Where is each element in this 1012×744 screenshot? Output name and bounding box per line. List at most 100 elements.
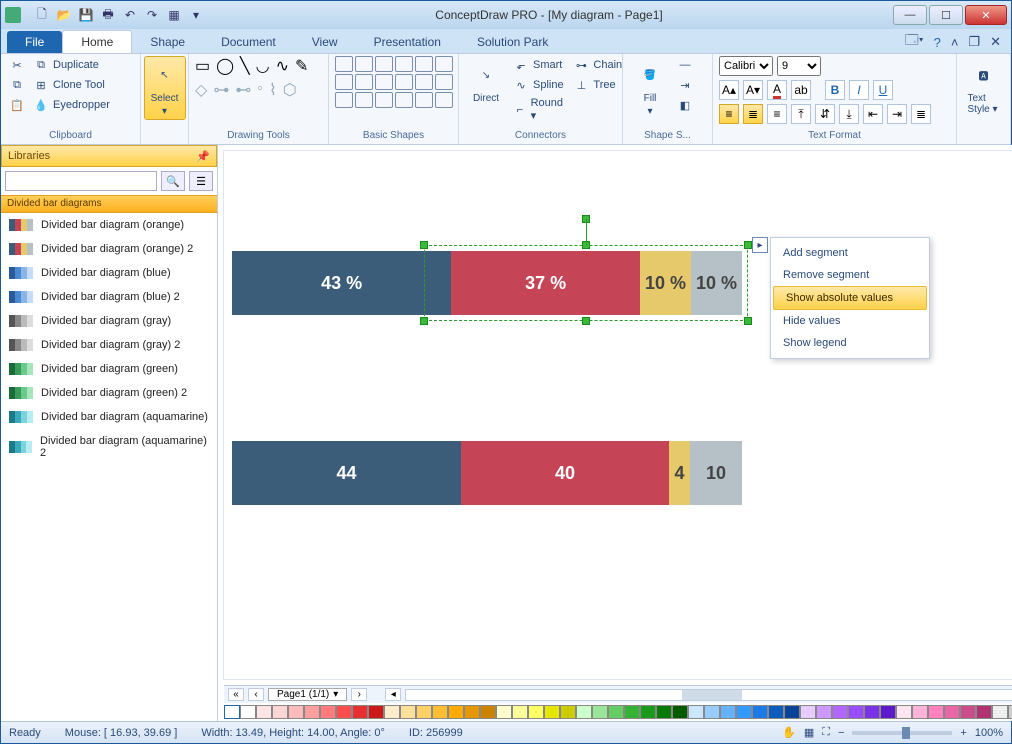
color-swatch[interactable]: [496, 705, 512, 719]
color-swatch[interactable]: [320, 705, 336, 719]
collapse-ribbon-icon[interactable]: ˄: [951, 35, 959, 50]
color-swatch[interactable]: [832, 705, 848, 719]
break-icon[interactable]: ⊷: [235, 80, 251, 100]
bar-segment[interactable]: 44: [232, 441, 461, 505]
library-item[interactable]: Divided bar diagram (orange): [1, 213, 217, 237]
color-swatch[interactable]: [464, 705, 480, 719]
library-item[interactable]: Divided bar diagram (gray): [1, 309, 217, 333]
hscroll-left-button[interactable]: ◂: [385, 688, 401, 701]
selection-handle[interactable]: [582, 317, 590, 325]
color-swatch[interactable]: [368, 705, 384, 719]
selection-handle[interactable]: [744, 241, 752, 249]
color-swatch[interactable]: [528, 705, 544, 719]
color-swatch[interactable]: [576, 705, 592, 719]
color-swatch[interactable]: [416, 705, 432, 719]
style-menu-icon[interactable]: 🗔▾: [905, 31, 924, 53]
qat-new-icon[interactable]: 🗋: [33, 6, 51, 24]
line-ends-button[interactable]: ⇥: [675, 76, 695, 94]
color-swatch[interactable]: [784, 705, 800, 719]
valign-mid-button[interactable]: ⇵: [815, 104, 835, 124]
library-item[interactable]: Divided bar diagram (green) 2: [1, 381, 217, 405]
shadow-button[interactable]: ◧: [675, 96, 695, 114]
color-swatch[interactable]: [240, 705, 256, 719]
qat-grid-icon[interactable]: ▦: [165, 6, 183, 24]
close-path-icon[interactable]: ⬡: [283, 80, 297, 100]
bar-segment[interactable]: 10 %: [640, 251, 691, 315]
color-swatch[interactable]: [640, 705, 656, 719]
selection-handle[interactable]: [420, 241, 428, 249]
color-swatch[interactable]: [752, 705, 768, 719]
tab-solution-park[interactable]: Solution Park: [459, 31, 566, 53]
zoom-out-button[interactable]: −: [838, 727, 844, 739]
edit-points-icon[interactable]: ◇: [195, 80, 207, 100]
color-swatch[interactable]: [336, 705, 352, 719]
bar-segment[interactable]: 43 %: [232, 251, 451, 315]
color-swatch[interactable]: [720, 705, 736, 719]
library-item[interactable]: Divided bar diagram (blue) 2: [1, 285, 217, 309]
paste-button[interactable]: 📋: [7, 96, 27, 114]
maximize-button[interactable]: ☐: [929, 5, 963, 25]
color-swatch[interactable]: [800, 705, 816, 719]
color-swatch[interactable]: [960, 705, 976, 719]
color-swatch[interactable]: [656, 705, 672, 719]
qat-open-icon[interactable]: 📂: [55, 6, 73, 24]
basic-shapes-gallery[interactable]: [335, 56, 453, 108]
smooth-icon[interactable]: ⌇: [269, 80, 277, 100]
color-picker-icon[interactable]: [224, 705, 240, 719]
bar-segment[interactable]: 4: [669, 441, 690, 505]
color-swatch[interactable]: [848, 705, 864, 719]
text-style-button[interactable]: 🅰Text Style ▾: [963, 56, 1005, 118]
color-swatch[interactable]: [768, 705, 784, 719]
color-swatch[interactable]: [976, 705, 992, 719]
valign-top-button[interactable]: ⤒: [791, 104, 811, 124]
arc-tool-icon[interactable]: ◡: [256, 56, 270, 76]
smart-tag-button[interactable]: ▸: [752, 237, 768, 253]
align-center-button[interactable]: ≣: [743, 104, 763, 124]
join-icon[interactable]: ⊶: [213, 80, 229, 100]
library-options-button[interactable]: ☰: [189, 171, 213, 191]
align-left-button[interactable]: ≡: [719, 104, 739, 124]
close-subwindow-icon[interactable]: ✕: [990, 34, 1001, 50]
select-tool-button[interactable]: ↖ Select ▾: [144, 56, 186, 120]
qat-save-icon[interactable]: 💾: [77, 6, 95, 24]
library-item[interactable]: Divided bar diagram (aquamarine): [1, 405, 217, 429]
round-connector-button[interactable]: ⌐Round ▾: [511, 96, 567, 123]
canvas[interactable]: 43 %37 %10 %10 %4440410▸Add segmentRemov…: [224, 151, 1012, 679]
search-button[interactable]: 🔍: [161, 171, 185, 191]
qat-more-icon[interactable]: ▾: [187, 6, 205, 24]
color-swatch[interactable]: [272, 705, 288, 719]
context-menu-item[interactable]: Remove segment: [771, 264, 929, 286]
underline-button[interactable]: U: [873, 80, 893, 100]
copy-button[interactable]: ⧉: [7, 76, 27, 94]
rect-tool-icon[interactable]: ▭: [195, 56, 210, 76]
selection-handle[interactable]: [744, 317, 752, 325]
indent-dec-button[interactable]: ⇤: [863, 104, 883, 124]
node-icon[interactable]: ◦: [257, 80, 263, 100]
tab-home[interactable]: Home: [62, 30, 132, 53]
line-tool-icon[interactable]: ╲: [240, 56, 250, 76]
color-swatch[interactable]: [384, 705, 400, 719]
clone-tool-button[interactable]: ⊞Clone Tool: [31, 76, 112, 94]
color-swatch[interactable]: [816, 705, 832, 719]
color-swatch[interactable]: [624, 705, 640, 719]
color-swatch[interactable]: [880, 705, 896, 719]
page-first-button[interactable]: «: [228, 688, 244, 701]
color-swatch[interactable]: [864, 705, 880, 719]
spline-connector-button[interactable]: ∿Spline: [511, 76, 567, 94]
library-category[interactable]: Divided bar diagrams: [1, 195, 217, 213]
increase-font-button[interactable]: A▴: [719, 80, 739, 100]
color-swatch[interactable]: [896, 705, 912, 719]
linespacing-button[interactable]: ≣: [911, 104, 931, 124]
color-swatch[interactable]: [688, 705, 704, 719]
library-item[interactable]: Divided bar diagram (blue): [1, 261, 217, 285]
context-menu-item[interactable]: Show absolute values: [773, 286, 927, 310]
zoom-slider[interactable]: [852, 731, 952, 735]
highlight-button[interactable]: ab: [791, 80, 811, 100]
restore-subwindow-icon[interactable]: ❐: [968, 34, 980, 50]
help-icon[interactable]: ?: [934, 35, 941, 50]
context-menu-item[interactable]: Hide values: [771, 310, 929, 332]
fit-page-icon[interactable]: ⛶: [822, 726, 830, 739]
library-item[interactable]: Divided bar diagram (green): [1, 357, 217, 381]
page-prev-button[interactable]: ‹: [248, 688, 264, 701]
valign-bot-button[interactable]: ⤓: [839, 104, 859, 124]
